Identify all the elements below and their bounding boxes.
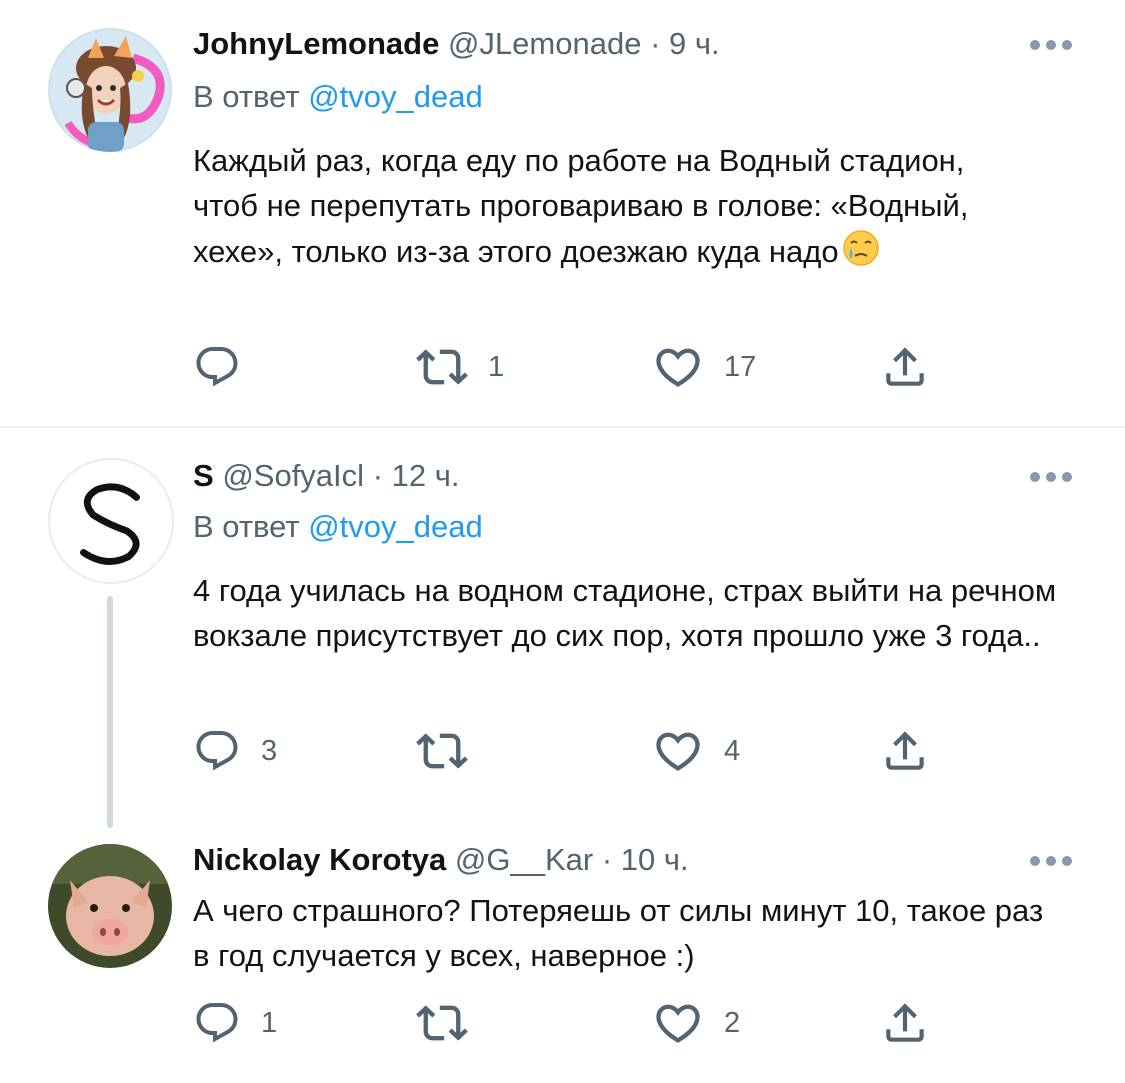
separator-dot: · (601, 842, 613, 877)
separator-dot: · (372, 458, 384, 493)
reply-button[interactable] (193, 342, 261, 392)
like-count: 2 (724, 1007, 741, 1039)
heart-icon (652, 341, 704, 393)
share-button[interactable] (880, 726, 930, 776)
tweet-header: JohnyLemonade @JLemonade · 9 ч. (193, 26, 720, 62)
heart-icon (652, 725, 704, 777)
thread-connector-line (107, 596, 113, 828)
letter-s-avatar-image (50, 460, 172, 582)
reply-context: В ответ @tvoy_dead (193, 78, 483, 116)
display-name[interactable]: JohnyLemonade (193, 26, 439, 61)
share-button[interactable] (880, 342, 930, 392)
user-handle[interactable]: @SofyaIcl (222, 458, 364, 493)
tweet-text: А чего страшного? Потеряешь от силы мину… (193, 888, 1053, 978)
display-name[interactable]: S (193, 458, 214, 493)
like-button[interactable]: 2 (652, 998, 740, 1048)
more-dots-icon[interactable] (1028, 854, 1074, 868)
reply-count: 1 (261, 1007, 278, 1039)
share-icon (880, 342, 930, 392)
user-handle[interactable]: @JLemonade (448, 26, 641, 61)
timestamp[interactable]: 9 ч. (669, 26, 720, 61)
tweet-actions: 1 17 (0, 342, 1125, 392)
reply-bubble-icon (193, 343, 241, 391)
retweet-icon (416, 997, 468, 1049)
tweet-3[interactable]: Nickolay Korotya @G__Kar · 10 ч. А чего … (0, 828, 1125, 1083)
more-dots-icon[interactable] (1028, 470, 1074, 484)
avatar[interactable] (48, 458, 174, 584)
reply-bubble-icon (193, 999, 241, 1047)
reply-prefix: В ответ (193, 509, 300, 544)
reply-prefix: В ответ (193, 79, 300, 114)
reply-bubble-icon (193, 727, 241, 775)
like-count: 4 (724, 735, 741, 767)
separator-dot: · (650, 26, 661, 61)
retweet-button[interactable] (416, 998, 488, 1048)
pig-avatar-image (48, 844, 172, 968)
reply-context: В ответ @tvoy_dead (193, 508, 483, 546)
timestamp[interactable]: 12 ч. (392, 458, 460, 493)
crying-face-emoji (842, 230, 879, 266)
tweet-actions: 1 2 (0, 998, 1125, 1048)
retweet-button[interactable] (416, 726, 488, 776)
reply-to-link[interactable]: @tvoy_dead (308, 509, 483, 544)
reply-count: 3 (261, 735, 278, 767)
tweet-header: Nickolay Korotya @G__Kar · 10 ч. (193, 842, 689, 878)
retweet-button[interactable]: 1 (416, 342, 504, 392)
anime-girl-avatar-image (48, 28, 172, 152)
more-dots-icon[interactable] (1028, 38, 1074, 52)
retweet-icon (416, 341, 468, 393)
avatar[interactable] (48, 28, 172, 152)
like-button[interactable]: 17 (652, 342, 756, 392)
share-icon (880, 998, 930, 1048)
like-count: 17 (724, 351, 757, 383)
avatar[interactable] (48, 844, 172, 968)
retweet-count: 1 (488, 351, 505, 383)
reply-to-link[interactable]: @tvoy_dead (308, 79, 483, 114)
tweet-2[interactable]: S @SofyaIcl · 12 ч. В ответ @tvoy_dead 4… (0, 428, 1125, 828)
like-button[interactable]: 4 (652, 726, 740, 776)
tweet-body: 4 года училась на водном стадионе, страх… (193, 573, 1057, 653)
tweet-text: Каждый раз, когда еду по работе на Водны… (193, 138, 973, 274)
timestamp[interactable]: 10 ч. (621, 842, 689, 877)
share-button[interactable] (880, 998, 930, 1048)
reply-button[interactable]: 3 (193, 726, 277, 776)
tweet-actions: 3 4 (0, 726, 1125, 776)
retweet-icon (416, 725, 468, 777)
tweet-1[interactable]: JohnyLemonade @JLemonade · 9 ч. В ответ … (0, 0, 1125, 426)
tweet-text: 4 года училась на водном стадионе, страх… (193, 568, 1093, 658)
heart-icon (652, 997, 704, 1049)
display-name[interactable]: Nickolay Korotya (193, 842, 446, 877)
reply-button[interactable]: 1 (193, 998, 277, 1048)
user-handle[interactable]: @G__Kar (455, 842, 593, 877)
tweet-header: S @SofyaIcl · 12 ч. (193, 458, 460, 494)
share-icon (880, 726, 930, 776)
tweet-body: А чего страшного? Потеряешь от силы мину… (193, 893, 1044, 973)
